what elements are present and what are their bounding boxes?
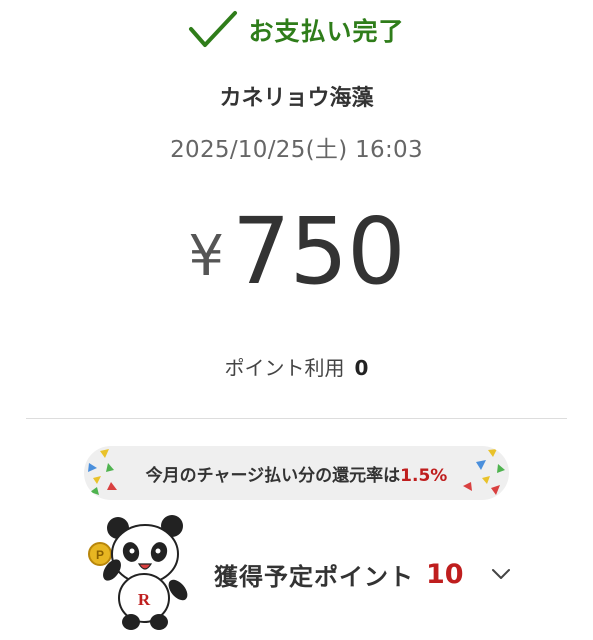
points-used: ポイント利用 0: [0, 352, 593, 381]
earned-points-row[interactable]: 獲得予定ポイント 10: [214, 552, 512, 596]
amount-value: 750: [232, 197, 406, 305]
campaign-text: 今月のチャージ払い分の還元率は1.5%: [145, 465, 448, 486]
earned-points-label: 獲得予定ポイント: [214, 562, 414, 591]
earned-points-value: 10: [426, 558, 464, 590]
payment-amount: ¥ 750: [0, 196, 593, 306]
chevron-down-icon[interactable]: [490, 563, 512, 585]
svg-text:R: R: [138, 590, 151, 609]
check-icon: [189, 11, 238, 47]
payment-status-header: お支払い完了: [0, 8, 593, 52]
svg-text:P: P: [96, 548, 104, 562]
points-used-label: ポイント利用: [224, 356, 345, 380]
points-used-value: 0: [354, 356, 369, 380]
merchant-name: カネリョウ海藻: [219, 86, 374, 111]
payment-complete-label: お支払い完了: [248, 17, 405, 46]
panda-mascot-icon: P R: [88, 515, 188, 630]
divider: [26, 418, 567, 419]
campaign-rate: 1.5%: [400, 465, 448, 486]
transaction-datetime: 2025/10/25(土) 16:03: [170, 137, 423, 163]
campaign-banner[interactable]: 今月のチャージ払い分の還元率は1.5%: [84, 446, 509, 500]
currency-symbol: ¥: [188, 223, 225, 289]
